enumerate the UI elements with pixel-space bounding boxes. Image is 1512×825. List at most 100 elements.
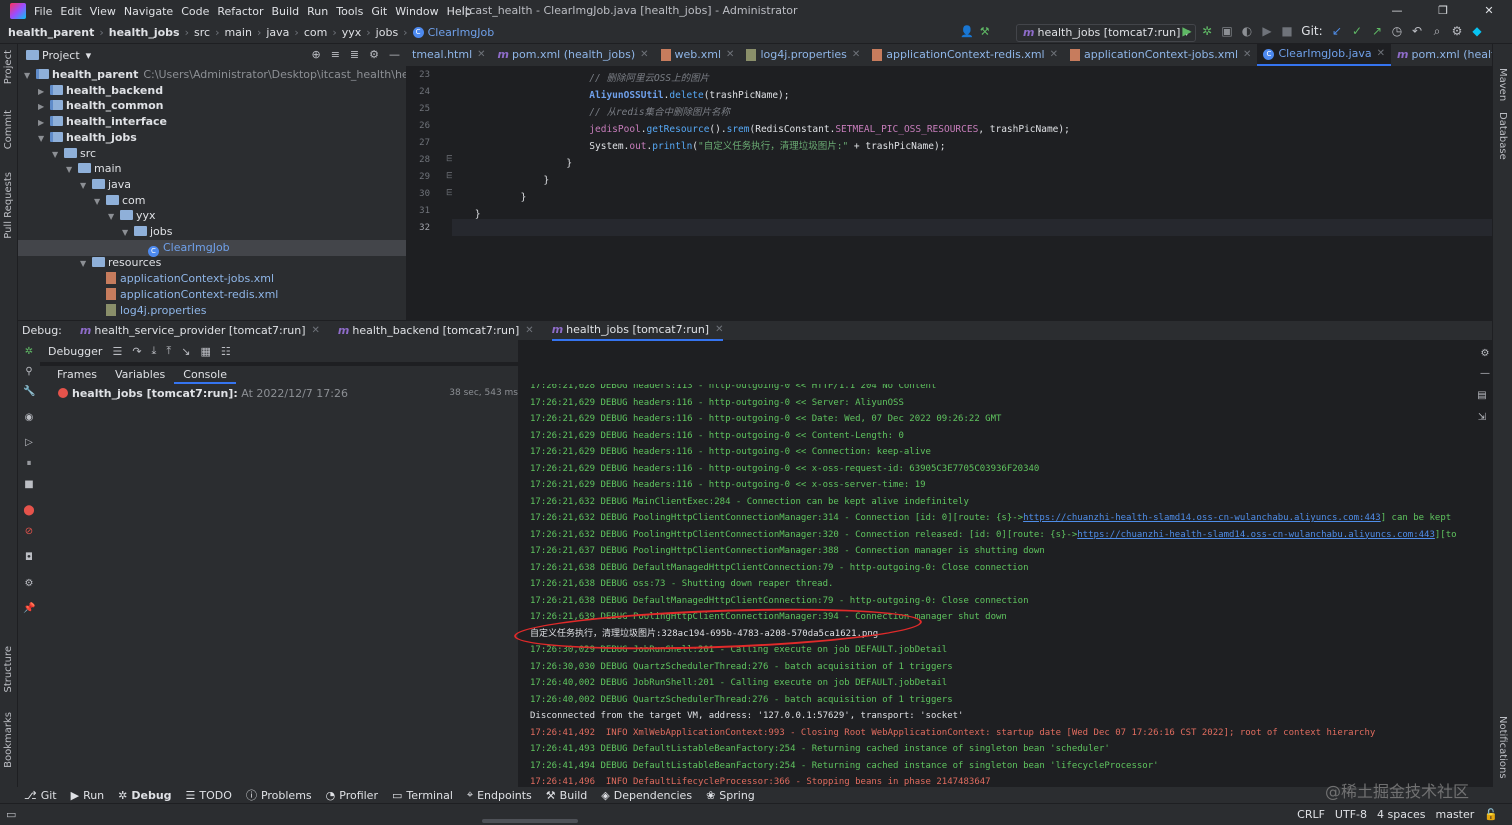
chevron-down-icon[interactable]: ▾ [86, 49, 92, 62]
camera-icon[interactable]: ◘ [23, 552, 35, 564]
tree-item[interactable]: ▼ java [18, 177, 406, 193]
commit-tool-button[interactable]: Commit [3, 110, 14, 149]
tree-item[interactable]: ▼ main [18, 161, 406, 177]
modify-config-icon[interactable]: ⚲ [23, 366, 35, 378]
locate-icon[interactable]: ⊕ [311, 48, 320, 61]
editor-tab[interactable]: mpom.xml (health_service_provider)✕ [1391, 44, 1492, 66]
debug-settings-icon[interactable]: ⚙ [23, 578, 35, 590]
editor-tab[interactable]: log4j.properties ✕ [740, 44, 866, 66]
breadcrumb-item[interactable]: health_parent [8, 26, 94, 39]
chevron-right-icon[interactable]: ▶ [38, 99, 50, 115]
console-link[interactable]: https://chuanzhi-health-slamd14.oss-cn-w… [1077, 530, 1435, 540]
debug-icon[interactable]: ✲ [1200, 24, 1214, 38]
step-out-icon[interactable]: ⤒ [166, 344, 171, 358]
project-panel-title[interactable]: Project [42, 49, 80, 62]
subtab-frames[interactable]: Frames [48, 366, 106, 384]
chevron-down-icon[interactable]: ▼ [80, 256, 92, 272]
status-item[interactable]: master [1436, 808, 1475, 821]
debugger-tab[interactable]: Debugger [48, 345, 102, 358]
layout-icon[interactable]: ☰ [112, 345, 122, 358]
chevron-down-icon[interactable]: ▼ [122, 225, 134, 241]
close-icon[interactable]: ✕ [1466, 0, 1512, 22]
search-icon[interactable]: ⌕ [1430, 24, 1444, 38]
tree-item[interactable]: C ClearImgJob [18, 239, 406, 257]
chevron-down-icon[interactable]: ▼ [94, 194, 106, 210]
tree-item[interactable]: ▶ health_backend [18, 83, 406, 99]
settings-icon[interactable]: ⚙ [369, 48, 379, 61]
subtab-console[interactable]: Console [174, 366, 236, 384]
bottom-tab-problems[interactable]: ⓘ Problems [246, 787, 312, 803]
menu-item-file[interactable]: File [34, 5, 52, 18]
breadcrumb-item[interactable]: jobs [376, 26, 399, 39]
settings-gear-icon[interactable]: ⚙ [1479, 348, 1491, 360]
git-push-icon[interactable]: ↗ [1370, 24, 1384, 38]
rerun-icon[interactable]: ✲ [23, 346, 35, 358]
git-commit-icon[interactable]: ✓ [1350, 24, 1364, 38]
menu-item-build[interactable]: Build [272, 5, 300, 18]
hide-icon[interactable]: — [389, 48, 400, 61]
maximize-icon[interactable]: ❐ [1420, 0, 1466, 22]
tree-item[interactable]: ▼ jobs [18, 224, 406, 240]
breadcrumb-item[interactable]: com [304, 26, 328, 39]
close-tab-icon[interactable]: ✕ [525, 325, 533, 336]
chevron-down-icon[interactable]: ▼ [66, 162, 78, 178]
history-icon[interactable]: ◷ [1390, 24, 1404, 38]
tree-item[interactable]: applicationContext-redis.xml [18, 287, 406, 303]
run-icon[interactable]: ▶ [1180, 24, 1194, 38]
status-item[interactable]: UTF-8 [1335, 808, 1367, 821]
editor-tab[interactable]: C ClearImgJob.java ✕ [1257, 44, 1392, 66]
menu-item-refactor[interactable]: Refactor [217, 5, 263, 18]
expand-all-icon[interactable]: ≡ [331, 48, 340, 61]
tree-item[interactable]: log4j.properties [18, 303, 406, 319]
pull-requests-tool-button[interactable]: Pull Requests [3, 172, 14, 239]
close-tab-icon[interactable]: ✕ [312, 325, 320, 336]
close-tab-icon[interactable]: ✕ [715, 324, 723, 335]
debug-session-tab[interactable]: m health_backend [tomcat7:run] ✕ [338, 321, 534, 341]
menu-item-tools[interactable]: Tools [336, 5, 363, 18]
bottom-tab-build[interactable]: ⚒ Build [546, 789, 588, 802]
user-icon[interactable]: 👤 [960, 25, 974, 38]
close-tab-icon[interactable]: ✕ [852, 44, 860, 66]
chevron-down-icon[interactable]: ▼ [108, 209, 120, 225]
bottom-tab-run[interactable]: ▶ Run [71, 789, 105, 802]
chevron-down-icon[interactable]: ▼ [24, 68, 36, 84]
tree-item[interactable]: ▼ resources [18, 255, 406, 271]
bottom-tab-todo[interactable]: ☰ TODO [186, 789, 232, 802]
tree-item[interactable]: ▼ yyx [18, 208, 406, 224]
table-icon[interactable]: ▦ [201, 345, 211, 358]
mute-breakpoints-icon[interactable]: ⊘ [23, 526, 35, 538]
step-over-icon[interactable]: ↷ [132, 345, 141, 358]
menu-item-edit[interactable]: Edit [60, 5, 81, 18]
scroll-to-end-icon[interactable]: ⇲ [1476, 412, 1488, 424]
console-link[interactable]: https://chuanzhi-health-slamd14.oss-cn-w… [1023, 513, 1381, 523]
hammer-icon[interactable]: ⚒ [980, 25, 990, 38]
tree-item[interactable]: ▶ health_interface [18, 114, 406, 130]
menu-item-git[interactable]: Git [371, 5, 387, 18]
coverage-icon[interactable]: ▣ [1220, 24, 1234, 38]
menu-item-code[interactable]: Code [181, 5, 209, 18]
structure-tool-button[interactable]: Structure [3, 646, 14, 693]
pause-icon[interactable]: ⏸ [23, 458, 35, 470]
editor-tab[interactable]: m pom.xml (health_jobs) ✕ [492, 44, 655, 66]
breadcrumb-item[interactable]: main [224, 26, 251, 39]
menu-item-window[interactable]: Window [395, 5, 438, 18]
tree-item[interactable]: ▼ health_jobs [18, 130, 406, 146]
notifications-tool-button[interactable]: Notifications [1497, 716, 1508, 779]
editor-tab[interactable]: applicationContext-jobs.xml ✕ [1064, 44, 1257, 66]
debug-session-tab[interactable]: m health_jobs [tomcat7:run] ✕ [551, 321, 724, 341]
tree-item[interactable]: ▼ health_parent C:\Users\Administrator\Des… [18, 67, 471, 84]
editor-tab[interactable]: tmeal.html ✕ [406, 44, 492, 66]
menu-item-view[interactable]: View [90, 5, 116, 18]
editor-tab[interactable]: web.xml ✕ [655, 44, 741, 66]
menu-item-navigate[interactable]: Navigate [124, 5, 173, 18]
view-icon[interactable]: ◉ [23, 412, 35, 424]
plugin-logo-icon[interactable]: ◆ [1470, 24, 1484, 38]
status-item[interactable]: CRLF [1297, 808, 1325, 821]
chevron-down-icon[interactable]: ▼ [52, 147, 64, 163]
trace-icon[interactable]: ☷ [221, 345, 231, 358]
code-editor[interactable]: // 删除阿里云OSS上的图片 AliyunOSSUtil.delete(tra… [452, 66, 1492, 320]
bottom-tab-debug[interactable]: ✲ Debug [118, 789, 171, 802]
soft-wrap-icon[interactable] [1476, 392, 1488, 404]
debug-session-tab[interactable]: m health_service_provider [tomcat7:run] ✕ [80, 321, 320, 341]
bottom-tab-terminal[interactable]: ▭ Terminal [392, 789, 453, 802]
